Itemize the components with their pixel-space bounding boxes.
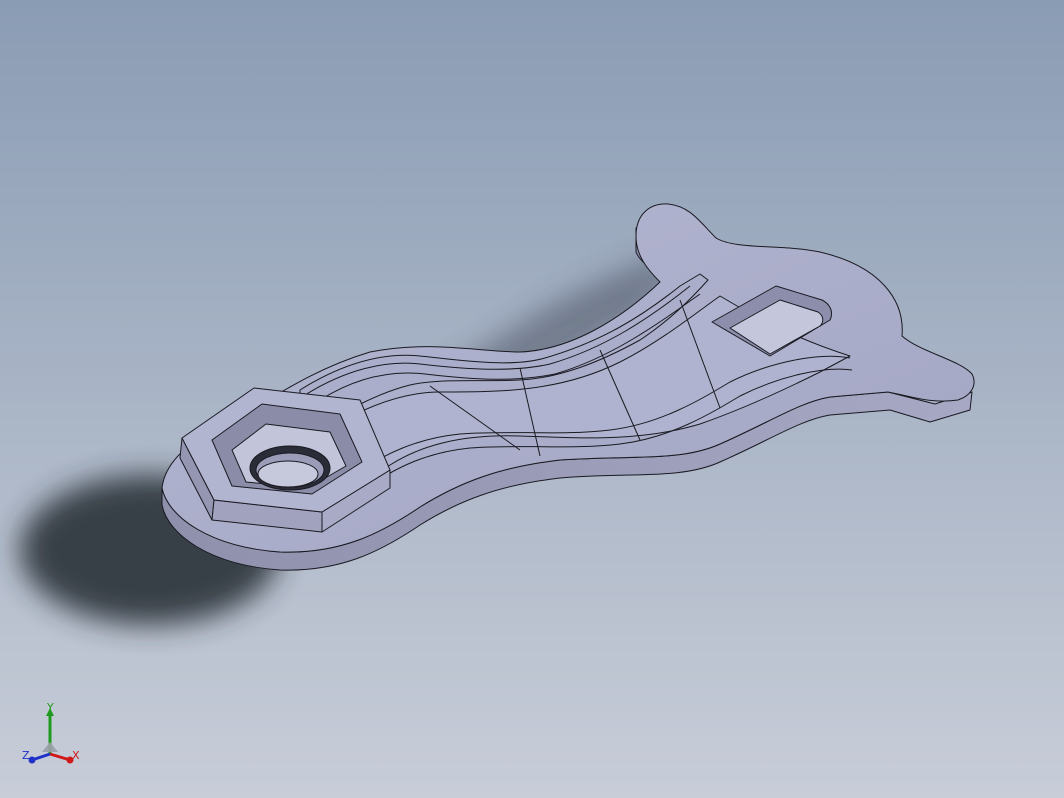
triad-y-label: Y xyxy=(47,701,54,714)
triad-x-label: X xyxy=(72,749,80,762)
triad-z-label: Z xyxy=(22,749,30,762)
model-scene[interactable] xyxy=(0,0,1064,798)
hex-socket-hole-inner xyxy=(257,460,319,488)
graphics-viewport[interactable]: Y X Z xyxy=(0,0,1064,798)
triad-origin-cone xyxy=(42,742,58,752)
orientation-triad[interactable]: Y X Z xyxy=(20,702,86,772)
